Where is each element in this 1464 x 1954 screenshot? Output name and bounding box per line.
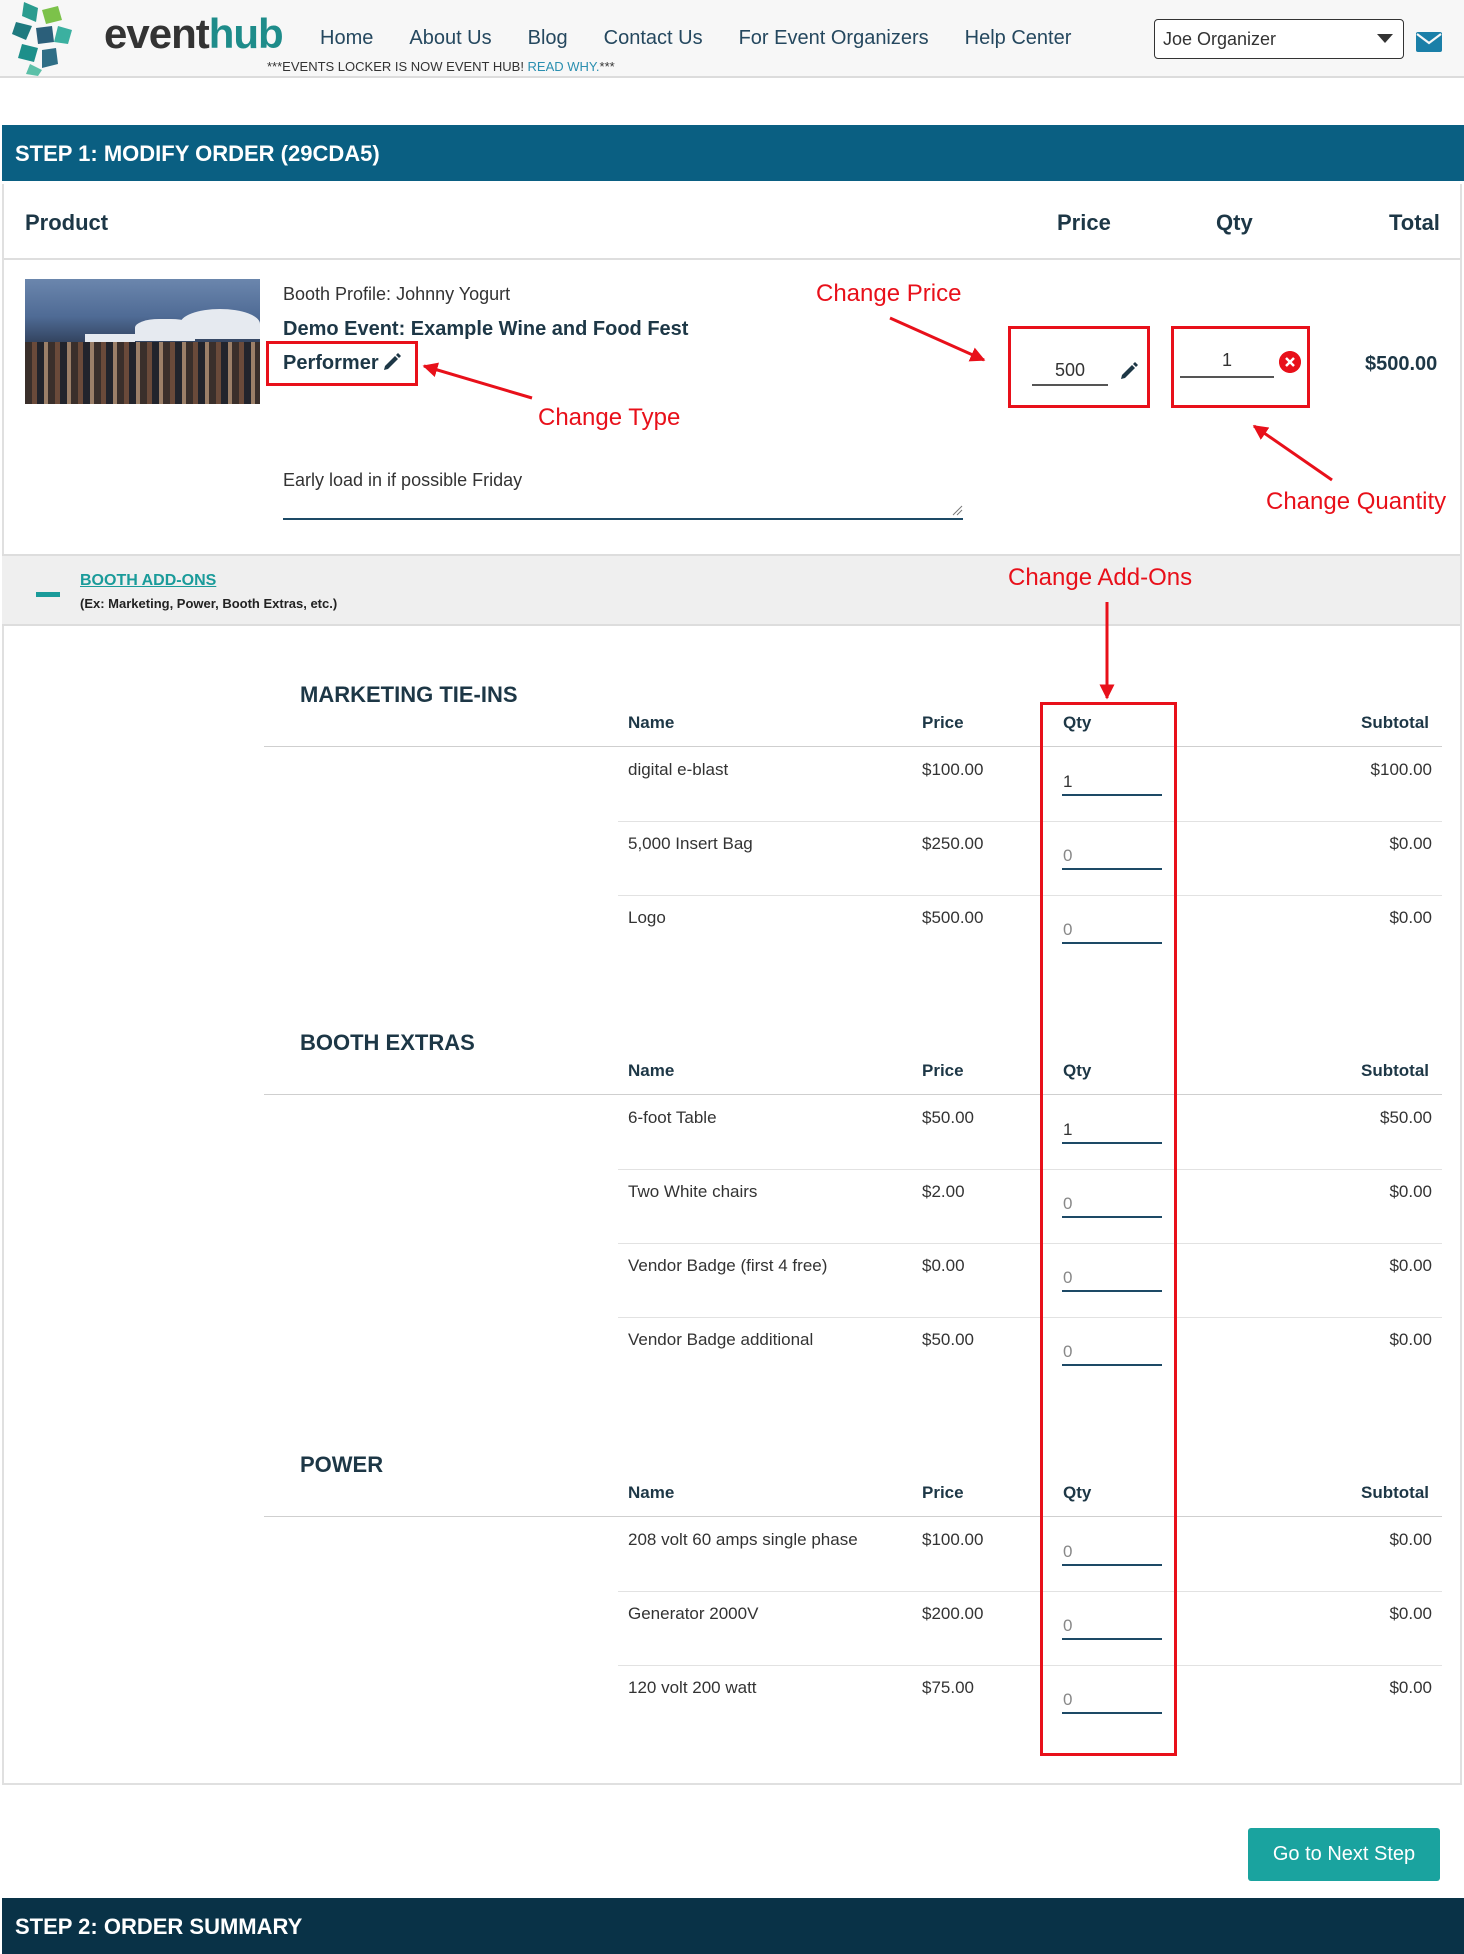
addon-name: Logo [628, 908, 666, 927]
section-divider [264, 1094, 1442, 1095]
step2-header[interactable]: STEP 2: ORDER SUMMARY [2, 1898, 1464, 1954]
addon-name: digital e-blast [628, 760, 729, 779]
event-name: Demo Event: Example Wine and Food Fest [283, 318, 689, 340]
addon-subtotal: $0.00 [1389, 1530, 1432, 1549]
addon-subtotal: $0.00 [1389, 1604, 1432, 1623]
addon-name: Generator 2000V [628, 1604, 759, 1623]
annotation-change-addons: Change Add-Ons [1008, 564, 1193, 591]
addon-price: $75.00 [922, 1678, 974, 1697]
row-divider [618, 895, 1442, 896]
row-divider [618, 1169, 1442, 1170]
addon-price: $200.00 [922, 1604, 984, 1623]
addon-name: Two White chairs [628, 1182, 758, 1201]
col-name: Name [628, 713, 675, 732]
col-price: Price [922, 1061, 964, 1080]
section-divider [264, 746, 1442, 747]
booth-addons-title[interactable]: BOOTH ADD-ONS [80, 572, 216, 590]
addon-price: $100.00 [922, 1530, 984, 1549]
row-divider [618, 1591, 1442, 1592]
col-name: Name [628, 1483, 675, 1502]
row-divider [618, 1665, 1442, 1666]
eventhub-logo[interactable]: eventhub [12, 0, 284, 76]
addon-price: $500.00 [922, 908, 984, 927]
addon-name: Vendor Badge additional [628, 1330, 814, 1349]
addon-name: 120 volt 200 watt [628, 1678, 757, 1697]
col-subtotal: Subtotal [1361, 1061, 1429, 1080]
addon-subtotal: $50.00 [1380, 1108, 1432, 1127]
addon-price: $50.00 [922, 1330, 974, 1349]
col-price: Price [922, 1483, 964, 1502]
annotation-box-addons [1040, 702, 1177, 1756]
addon-subtotal: $0.00 [1389, 1678, 1432, 1697]
notes-text: Early load in if possible Friday [283, 470, 523, 490]
addon-subtotal: $0.00 [1389, 1256, 1432, 1275]
notes-textarea[interactable]: Early load in if possible Friday [283, 460, 963, 520]
addon-price: $0.00 [922, 1256, 965, 1275]
section-divider [264, 1516, 1442, 1517]
nav-help-center[interactable]: Help Center [965, 27, 1072, 50]
addon-name: 208 volt 60 amps single phase [628, 1530, 858, 1549]
addon-subtotal: $0.00 [1389, 1330, 1432, 1349]
booth-addons-toggle[interactable]: BOOTH ADD-ONS (Ex: Marketing, Power, Boo… [2, 554, 1460, 626]
addon-price: $2.00 [922, 1182, 965, 1201]
main-nav: Home About Us Blog Contact Us For Event … [320, 27, 1107, 50]
header-divider [4, 258, 1460, 260]
col-price: Price [1057, 210, 1111, 235]
col-product: Product [25, 210, 109, 235]
row-divider [618, 1243, 1442, 1244]
logo-mark-icon [12, 2, 72, 76]
col-subtotal: Subtotal [1361, 713, 1429, 732]
col-total: Total [1389, 210, 1440, 235]
addon-subtotal: $100.00 [1370, 760, 1432, 779]
logo-wordmark: eventhub [104, 10, 284, 57]
addon-price: $100.00 [922, 760, 984, 779]
user-name: Joe Organizer [1163, 29, 1277, 49]
addon-name: 5,000 Insert Bag [628, 834, 753, 853]
nav-blog[interactable]: Blog [528, 27, 568, 50]
envelope-icon[interactable] [1416, 32, 1442, 52]
nav-contact-us[interactable]: Contact Us [604, 27, 703, 50]
collapse-minus-icon[interactable] [36, 592, 60, 597]
annotation-box-qty [1171, 326, 1310, 408]
read-why-link[interactable]: READ WHY. [528, 59, 600, 74]
row-divider [618, 1317, 1442, 1318]
row-divider [618, 821, 1442, 822]
top-navigation-bar: eventhub Home About Us Blog Contact Us F… [0, 0, 1464, 78]
addon-subtotal: $0.00 [1389, 834, 1432, 853]
booth-addons-subtitle: (Ex: Marketing, Power, Booth Extras, etc… [80, 596, 338, 611]
col-qty: Qty [1216, 210, 1253, 235]
annotation-change-type: Change Type [538, 404, 681, 431]
next-step-button[interactable]: Go to Next Step [1248, 1828, 1440, 1881]
annotation-change-quantity: Change Quantity [1266, 488, 1447, 515]
booth-profile: Booth Profile: Johnny Yogurt [283, 284, 511, 304]
nav-about-us[interactable]: About Us [409, 27, 491, 50]
section-title-power: POWER [300, 1452, 384, 1477]
event-thumbnail[interactable] [25, 279, 260, 404]
annotation-change-price: Change Price [816, 280, 962, 307]
user-account-select[interactable]: Joe Organizer [1154, 19, 1404, 59]
addon-subtotal: $0.00 [1389, 1182, 1432, 1201]
step1-header: STEP 1: MODIFY ORDER (29CDA5) [2, 125, 1464, 181]
col-name: Name [628, 1061, 675, 1080]
nav-home[interactable]: Home [320, 27, 373, 50]
resize-grip-icon[interactable] [951, 504, 963, 516]
nav-for-event-organizers[interactable]: For Event Organizers [739, 27, 929, 50]
section-title-booth-extras: BOOTH EXTRAS [300, 1030, 475, 1055]
addon-name: Vendor Badge (first 4 free) [628, 1256, 828, 1275]
rebrand-notice: ***EVENTS LOCKER IS NOW EVENT HUB! READ … [267, 59, 615, 74]
col-price: Price [922, 713, 964, 732]
annotation-box-price [1008, 326, 1150, 408]
addon-subtotal: $0.00 [1389, 908, 1432, 927]
col-subtotal: Subtotal [1361, 1483, 1429, 1502]
section-title-marketing: MARKETING TIE-INS [300, 682, 518, 707]
line-total: $500.00 [1365, 353, 1438, 375]
addon-price: $50.00 [922, 1108, 974, 1127]
addon-name: 6-foot Table [628, 1108, 717, 1127]
addon-price: $250.00 [922, 834, 984, 853]
chevron-down-icon [1377, 34, 1393, 43]
annotation-box-type [266, 341, 418, 386]
